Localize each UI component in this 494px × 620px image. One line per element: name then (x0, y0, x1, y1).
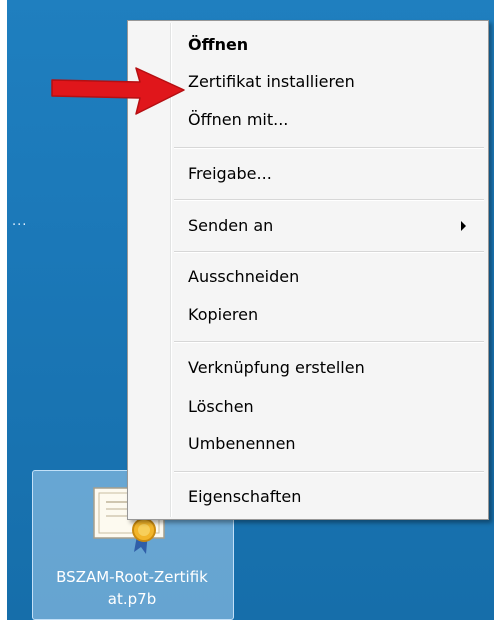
file-name-label[interactable]: BSZAM-Root-Zertifik at.p7b (32, 566, 232, 610)
menu-separator (174, 251, 484, 253)
menu-item-open[interactable]: Öffnen (188, 32, 480, 58)
menu-item-properties[interactable]: Eigenschaften (188, 484, 480, 510)
menu-item-create-shortcut[interactable]: Verknüpfung erstellen (188, 355, 480, 381)
chevron-right-icon (461, 221, 466, 231)
menu-separator (174, 341, 484, 343)
red-arrow-icon (51, 67, 185, 115)
menu-item-cut[interactable]: Ausschneiden (188, 264, 480, 290)
menu-item-send-to[interactable]: Senden an (188, 213, 480, 239)
file-name-line-2: at.p7b (107, 590, 157, 608)
menu-separator (174, 199, 484, 201)
truncated-label: ... (12, 214, 28, 229)
menu-item-open-with[interactable]: Öffnen mit... (188, 107, 480, 133)
file-name-line-1: BSZAM-Root-Zertifik (56, 568, 208, 586)
menu-item-rename[interactable]: Umbenennen (188, 431, 480, 457)
menu-item-send-to-label: Senden an (188, 216, 274, 235)
menu-item-copy[interactable]: Kopieren (188, 302, 480, 328)
menu-separator (174, 147, 484, 149)
menu-item-install-certificate[interactable]: Zertifikat installieren (188, 69, 480, 95)
menu-item-delete[interactable]: Löschen (188, 394, 480, 420)
menu-item-share[interactable]: Freigabe... (188, 161, 480, 187)
menu-separator (174, 471, 484, 473)
